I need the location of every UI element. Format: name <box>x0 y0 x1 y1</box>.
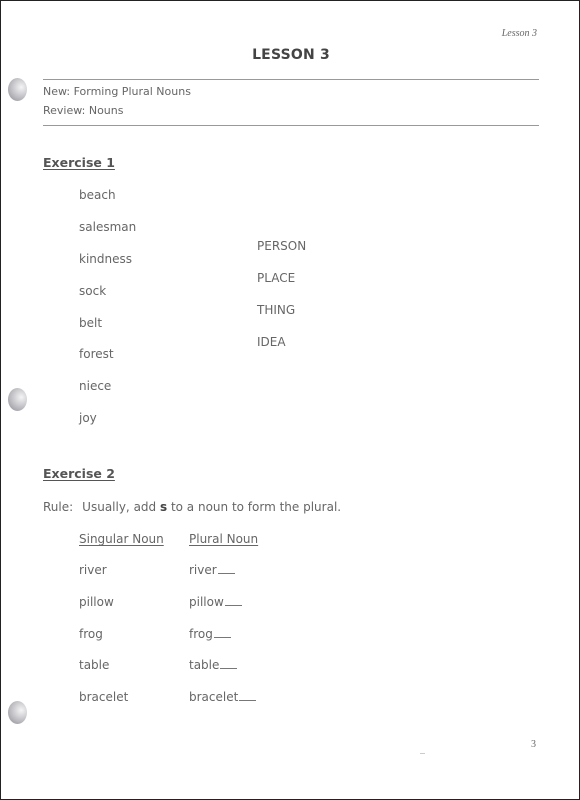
singular-noun: table <box>79 658 110 672</box>
singular-noun: pillow <box>79 595 114 609</box>
word-item: belt <box>79 316 103 330</box>
word-item: salesman <box>79 220 137 234</box>
new-topic: New: Forming Plural Nouns <box>43 85 191 98</box>
divider <box>43 79 539 80</box>
plural-noun-answer: table <box>189 658 238 672</box>
word-item: forest <box>79 347 114 361</box>
binder-hole <box>8 388 27 411</box>
page-number: 3 <box>531 739 536 750</box>
exercise-2-heading: Exercise 2 <box>43 466 115 481</box>
rule-label: Rule: <box>43 500 74 514</box>
rule-text-after: to a noun to form the plural. <box>167 500 342 514</box>
plural-stem: pillow <box>189 595 224 609</box>
word-item: sock <box>79 284 107 298</box>
plural-noun-answer: frog <box>189 627 231 641</box>
singular-noun: bracelet <box>79 690 129 704</box>
binder-hole <box>8 701 27 724</box>
word-item: kindness <box>79 252 132 266</box>
answer-blank[interactable] <box>217 563 235 574</box>
plural-noun-answer: river <box>189 563 235 577</box>
review-topic: Review: Nouns <box>43 104 124 117</box>
running-head: Lesson 3 <box>501 28 537 39</box>
singular-noun-header: Singular Noun <box>79 532 164 546</box>
answer-blank[interactable] <box>239 690 257 701</box>
answer-blank[interactable] <box>220 658 238 669</box>
category-idea: IDEA <box>257 335 286 349</box>
plural-stem: frog <box>189 627 213 641</box>
plural-stem: bracelet <box>189 690 239 704</box>
plural-noun-answer: bracelet <box>189 690 257 704</box>
word-item: beach <box>79 188 116 202</box>
singular-noun: frog <box>79 627 103 641</box>
divider <box>43 125 539 126</box>
lesson-title: LESSON 3 <box>252 47 330 63</box>
word-item: joy <box>79 411 97 425</box>
singular-noun: river <box>79 563 107 577</box>
plural-stem: table <box>189 658 220 672</box>
category-thing: THING <box>257 303 296 317</box>
rule-statement: Rule: Usually, add s to a noun to form th… <box>43 500 341 514</box>
answer-blank[interactable] <box>224 595 242 606</box>
worksheet-page: Lesson 3 LESSON 3 New: Forming Plural No… <box>0 0 580 800</box>
plural-noun-answer: pillow <box>189 595 242 609</box>
rule-text-before: Usually, add <box>82 500 160 514</box>
category-place: PLACE <box>257 271 296 285</box>
print-mark <box>420 753 425 754</box>
exercise-1-heading: Exercise 1 <box>43 155 115 170</box>
binder-hole <box>8 78 27 101</box>
category-person: PERSON <box>257 239 307 253</box>
word-item: niece <box>79 379 112 393</box>
plural-noun-header: Plural Noun <box>189 532 259 546</box>
plural-stem: river <box>189 563 217 577</box>
answer-blank[interactable] <box>213 627 231 638</box>
